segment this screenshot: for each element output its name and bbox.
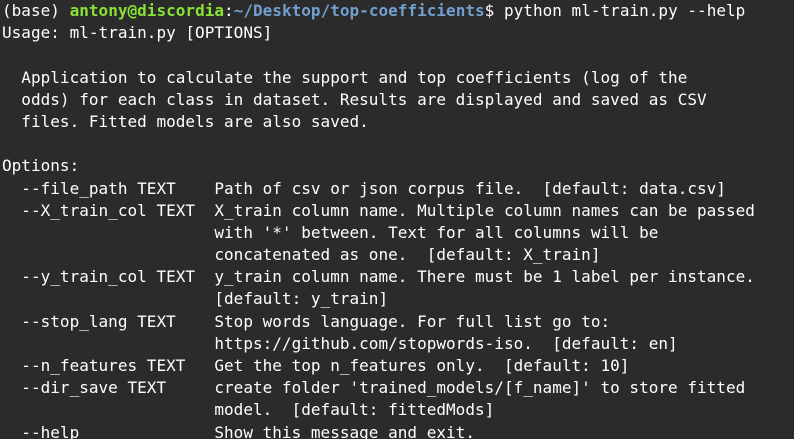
output-line: Usage: ml-train.py [OPTIONS] xyxy=(2,23,273,43)
output-line: https://github.com/stopwords-iso. [defau… xyxy=(2,333,678,353)
output-line: --n_features TEXT Get the top n_features… xyxy=(2,356,630,375)
output-line: --y_train_col TEXT y_train column name. … xyxy=(2,267,755,287)
output-line: concatenated as one. [default: X_train] xyxy=(2,245,601,265)
command-prompt-line: (base) antony@discordia:~/Desktop/top-co… xyxy=(2,0,794,22)
terminal-window[interactable]: (base) antony@discordia:~/Desktop/top-co… xyxy=(0,0,794,439)
output-line: --X_train_col TEXT X_train column name. … xyxy=(2,200,755,220)
output-line: files. Fitted models are also saved. xyxy=(2,111,369,131)
conda-env: (base) xyxy=(2,1,70,20)
user-host: antony@discordia xyxy=(69,1,225,20)
output-line: --file_path TEXT Path of csv or json cor… xyxy=(2,178,726,198)
output-line: Options: xyxy=(2,156,80,176)
output-line: odds) for each class in dataset. Results… xyxy=(2,89,707,109)
output-line: --help Show this message and exit. xyxy=(2,422,475,439)
current-directory: ~/Desktop/top-coefficients xyxy=(233,1,485,20)
output-line: model. [default: fittedMods] xyxy=(2,400,495,420)
prompt-colon: : xyxy=(224,1,234,20)
output-line: Application to calculate the support and… xyxy=(2,67,688,87)
prompt-symbol: $ xyxy=(484,1,495,20)
output-line: with '*' between. Text for all columns w… xyxy=(2,222,659,242)
output-line: [default: y_train] xyxy=(2,289,389,309)
output-line: --stop_lang TEXT Stop words language. Fo… xyxy=(2,311,611,331)
output-line: --dir_save TEXT create folder 'trained_m… xyxy=(2,378,746,398)
typed-command: python ml-train.py --help xyxy=(494,1,746,20)
